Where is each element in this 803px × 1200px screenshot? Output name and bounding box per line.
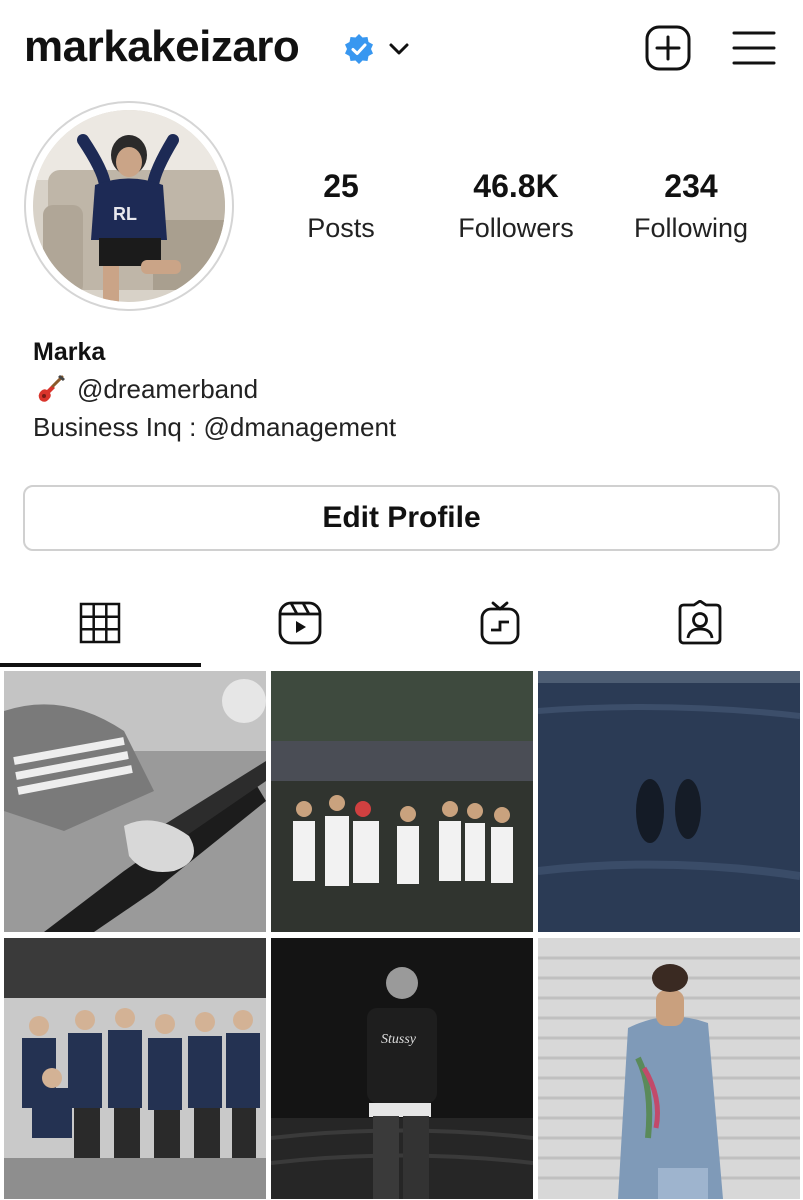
following-count-label: Following <box>633 213 749 243</box>
reels-icon <box>278 601 322 645</box>
posts-grid: Stussy <box>0 671 803 1200</box>
band-handle[interactable]: @dreamerband <box>77 374 258 405</box>
display-name: Marka <box>33 338 106 366</box>
verified-badge-icon <box>345 34 373 64</box>
post-thumbnail[interactable] <box>538 671 800 932</box>
post-thumbnail[interactable] <box>538 938 800 1199</box>
edit-profile-button[interactable]: Edit Profile <box>23 485 780 551</box>
post-thumbnail[interactable] <box>271 671 533 932</box>
profile-tabs <box>0 585 803 669</box>
igtv-icon <box>480 601 520 645</box>
following-count[interactable]: 234 Following <box>601 168 781 244</box>
avatar[interactable]: RL <box>33 110 225 302</box>
tab-igtv[interactable] <box>400 585 600 669</box>
business-inquiry: Business Inq : @dmanagement <box>33 411 397 442</box>
following-count-value: 234 <box>664 168 718 204</box>
bio-line-business: Business Inq : @dmanagement <box>33 411 396 443</box>
tagged-icon <box>678 600 722 645</box>
chevron-down-icon[interactable] <box>386 36 412 62</box>
followers-count-label: Followers <box>458 213 574 243</box>
profile-header: markakeizaro <box>0 0 803 100</box>
followers-count[interactable]: 46.8K Followers <box>426 168 606 244</box>
active-tab-indicator <box>0 663 201 667</box>
tab-reels[interactable] <box>200 585 400 669</box>
svg-text:Stussy: Stussy <box>381 1032 417 1047</box>
followers-count-value: 46.8K <box>473 168 559 204</box>
grid-icon <box>79 602 121 644</box>
svg-text:RL: RL <box>113 204 137 224</box>
posts-count-label: Posts <box>307 213 375 243</box>
posts-count: 25 Posts <box>251 168 431 244</box>
post-thumbnail[interactable]: Stussy <box>271 938 533 1199</box>
tab-grid[interactable] <box>0 585 200 669</box>
post-thumbnail[interactable] <box>4 938 266 1199</box>
guitar-icon <box>38 375 65 402</box>
tab-tagged[interactable] <box>600 585 800 669</box>
menu-icon[interactable] <box>732 28 776 68</box>
bio-line-band: @dreamerband <box>33 373 396 405</box>
post-thumbnail[interactable] <box>4 671 266 932</box>
new-post-icon[interactable] <box>644 24 692 72</box>
posts-count-value: 25 <box>323 168 359 204</box>
bio: Marka @dreamerband Business Inq : @dmana… <box>33 338 396 443</box>
username[interactable]: markakeizaro <box>24 22 300 72</box>
